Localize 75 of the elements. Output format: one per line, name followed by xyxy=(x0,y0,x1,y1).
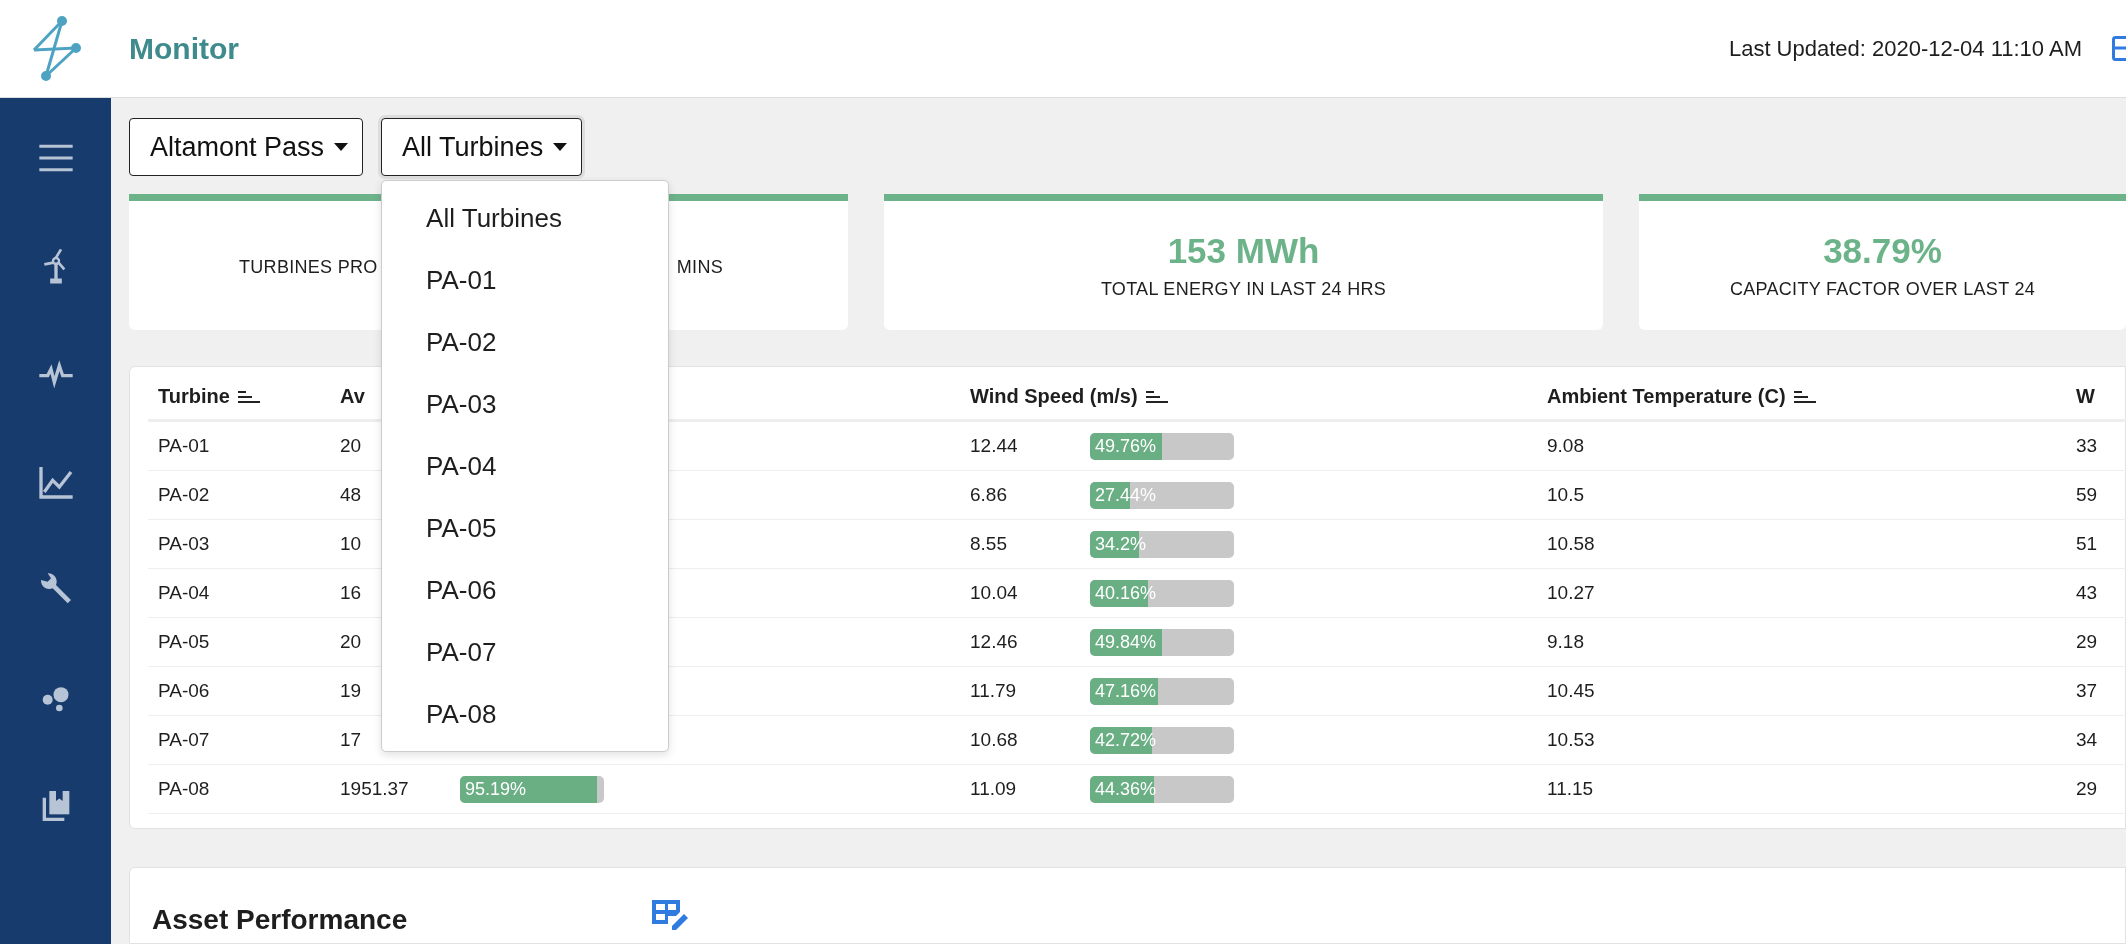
table-cell-text: 11.15 xyxy=(1547,778,1595,800)
bar-label: 49.84% xyxy=(1095,630,1157,654)
table-cell-text: 10.58 xyxy=(1547,533,1596,555)
table-cell: 17 xyxy=(340,729,362,751)
table-cell: 48 xyxy=(340,484,362,506)
table-cell-text: 29 xyxy=(2076,631,2099,653)
column-header[interactable]: Ambient Temperature (C) xyxy=(1547,384,1786,408)
table-cell: 20 xyxy=(340,435,362,457)
table-cell-text: 34 xyxy=(2076,729,2099,751)
sort-icon[interactable] xyxy=(237,389,260,403)
table-cell-text: PA-06 xyxy=(158,680,211,702)
page-title: Monitor xyxy=(129,31,239,66)
sort-icon[interactable] xyxy=(1793,389,1816,403)
table-cell-text: PA-03 xyxy=(158,533,211,555)
column-header[interactable]: Turbine xyxy=(158,384,230,408)
table-cell-text: 51 xyxy=(2076,533,2099,555)
table-cell-text: 43 xyxy=(2076,582,2099,604)
table-cell: 11.79 xyxy=(970,680,1017,702)
kpi-label: TOTAL ENERGY IN LAST 24 HRS xyxy=(1100,279,1387,300)
table-cell: 20 xyxy=(340,631,362,653)
table-cell-text: 9.08 xyxy=(1547,435,1585,457)
filter-dropdown[interactable]: All Turbines xyxy=(381,118,583,176)
menu-item[interactable]: PA-08 xyxy=(382,683,669,745)
menu-item[interactable]: PA-03 xyxy=(382,373,669,435)
column-header[interactable]: Av xyxy=(340,384,365,408)
caret-icon xyxy=(334,143,349,151)
table-cell: 16 xyxy=(340,582,362,604)
kpi-value: 153 MWh xyxy=(1167,231,1320,271)
kpi-value: 38.79% xyxy=(1823,231,1942,271)
menu-item[interactable]: PA-02 xyxy=(382,311,669,373)
table-icon[interactable] xyxy=(2112,35,2126,62)
filter-dropdown[interactable]: Altamont Pass xyxy=(129,118,364,176)
table-cell-text: 10.5 xyxy=(1547,484,1585,506)
table-cell-text: 9.18 xyxy=(1547,631,1585,653)
bar-label: 49.76% xyxy=(1095,434,1157,458)
table-cell-text: PA-08 xyxy=(158,778,211,800)
table-cell: 10.68 xyxy=(970,729,1018,751)
kpi-label: CAPACITY FACTOR OVER LAST 24 xyxy=(1729,279,2036,300)
bar-label: 95.19% xyxy=(465,777,527,801)
menu-item[interactable]: PA-05 xyxy=(382,497,669,559)
menu-item[interactable]: PA-04 xyxy=(382,435,669,497)
table-cell-text: PA-05 xyxy=(158,631,211,653)
table-cell-text: 10.27 xyxy=(1547,582,1596,604)
table-cell-text: PA-01 xyxy=(158,435,211,457)
column-header[interactable]: Wind Speed (m/s) xyxy=(970,384,1138,408)
table-cell: 10 xyxy=(340,533,362,555)
table-cell-text: 10.53 xyxy=(1547,729,1596,751)
table-cell-text: PA-04 xyxy=(158,582,211,604)
table-cell: 19 xyxy=(340,680,362,702)
table-cell-text: PA-07 xyxy=(158,729,211,751)
table-cell-text: 37 xyxy=(2076,680,2099,702)
menu-item[interactable]: PA-07 xyxy=(382,621,669,683)
caret-icon xyxy=(553,143,568,151)
table-cell-text: 59 xyxy=(2076,484,2099,506)
table-cell: 10.04 xyxy=(970,582,1018,604)
menu-item[interactable]: PA-06 xyxy=(382,559,669,621)
last-updated: Last Updated: 2020-12-04 11:10 AM xyxy=(1728,35,2082,62)
section-title: Asset Performance xyxy=(152,904,409,936)
bar-label: 47.16% xyxy=(1095,679,1157,703)
kpi-label: MINS xyxy=(676,257,723,278)
kpi-label: TURBINES PRO xyxy=(239,257,378,278)
table-cell-text: 10.45 xyxy=(1547,680,1596,702)
menu-item[interactable]: All Turbines xyxy=(382,187,669,249)
table-cell: 11.09 xyxy=(970,778,1017,800)
menu-item[interactable]: PA-01 xyxy=(382,249,669,311)
table-cell: 1951.37 xyxy=(340,778,409,800)
table-cell: 8.55 xyxy=(970,533,1007,555)
table-cell: 6.86 xyxy=(970,484,1007,506)
sort-icon[interactable] xyxy=(1145,389,1168,403)
table-cell-text: 33 xyxy=(2076,435,2099,457)
column-header[interactable]: W xyxy=(2076,384,2095,408)
table-cell: 12.46 xyxy=(970,631,1018,653)
table-cell: 12.44 xyxy=(970,435,1018,457)
table-cell-text: PA-02 xyxy=(158,484,211,506)
table-cell-text: 29 xyxy=(2076,778,2099,800)
